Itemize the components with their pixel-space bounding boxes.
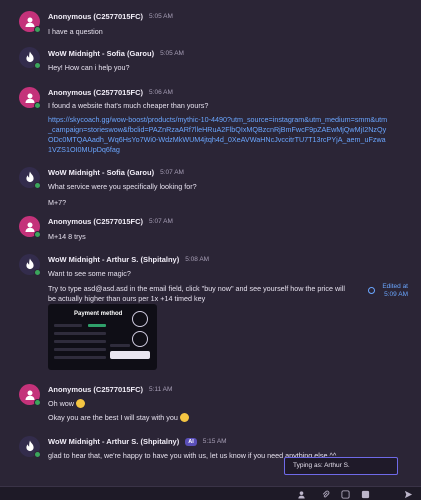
fire-logo-icon	[25, 258, 34, 270]
message-header: Anonymous (C2577015FC) 5:05 AM	[48, 12, 173, 21]
pm-button	[110, 351, 150, 359]
message-text: Want to see some magic?	[48, 269, 131, 278]
message-text: M+14 8 trys	[48, 232, 86, 241]
message-text: I have a question	[48, 27, 103, 36]
message-header: Anonymous (C2577015FC) 5:11 AM	[48, 385, 172, 394]
author-name[interactable]: Anonymous (C2577015FC)	[48, 385, 143, 394]
online-status-dot	[34, 399, 41, 406]
online-status-dot	[34, 62, 41, 69]
user-icon	[25, 390, 34, 400]
edited-label: Edited at	[382, 283, 408, 290]
message-text: M+7?	[48, 198, 67, 207]
message-link[interactable]: https://skycoach.gg/wow-boost/products/m…	[48, 115, 388, 155]
edited-time: 5:09 AM	[384, 291, 408, 298]
user-icon	[25, 222, 34, 232]
pm-row	[54, 348, 106, 351]
send-icon[interactable]	[403, 489, 413, 499]
message-text: Okay you are the best I will stay with y…	[48, 413, 189, 422]
user-icon	[25, 93, 34, 103]
author-name[interactable]: Anonymous (C2577015FC)	[48, 88, 143, 97]
fire-logo-icon	[25, 171, 34, 183]
ai-badge: AI	[185, 437, 197, 446]
user-icon	[25, 17, 34, 27]
online-status-dot	[34, 102, 41, 109]
chat-thread: Anonymous (C2577015FC) 5:05 AM I have a …	[0, 0, 421, 486]
message-header: Anonymous (C2577015FC) 5:06 AM	[48, 88, 173, 97]
message-input[interactable]	[6, 491, 156, 499]
author-name[interactable]: WoW Midnight - Arthur S. (Shpitalny)	[48, 437, 179, 446]
message-text: Oh wow	[48, 399, 85, 408]
message-text-content: Oh wow	[48, 399, 74, 408]
avatar[interactable]	[19, 167, 41, 189]
timestamp: 5:05 AM	[149, 13, 173, 20]
online-status-dot	[34, 182, 41, 189]
avatar[interactable]	[19, 384, 41, 406]
emoji-icon[interactable]	[340, 489, 350, 499]
avatar[interactable]	[19, 11, 41, 33]
message-text-content: Okay you are the best I will stay with y…	[48, 413, 178, 422]
author-name[interactable]: WoW Midnight - Sofia (Garou)	[48, 168, 154, 177]
edit-history-icon[interactable]	[368, 287, 375, 294]
laughing-emoji-icon	[75, 399, 85, 408]
pm-row	[110, 344, 130, 347]
payment-title: Payment method	[74, 311, 123, 317]
message-composer	[0, 486, 421, 500]
timestamp: 5:11 AM	[149, 386, 173, 393]
timestamp: 5:15 AM	[202, 438, 227, 445]
online-status-dot	[34, 231, 41, 238]
fire-logo-icon	[25, 440, 34, 452]
message-text: I found a website that's much cheaper th…	[48, 101, 209, 110]
author-name[interactable]: Anonymous (C2577015FC)	[48, 217, 143, 226]
message-header: WoW Midnight - Sofia (Garou) 5:05 AM	[48, 49, 184, 58]
avatar[interactable]	[19, 47, 41, 69]
pm-row	[54, 356, 106, 359]
pm-icon	[132, 311, 148, 327]
user-icon[interactable]	[296, 489, 306, 499]
online-status-dot	[34, 269, 41, 276]
message-text: What service were you specifically looki…	[48, 182, 197, 191]
timestamp: 5:05 AM	[160, 50, 184, 57]
pm-row	[54, 332, 106, 335]
attachment-icon[interactable]	[320, 489, 330, 499]
avatar[interactable]	[19, 87, 41, 109]
pm-row	[54, 324, 82, 327]
laughing-emoji-icon	[179, 413, 189, 422]
payment-method-screenshot[interactable]: Payment method	[48, 304, 157, 370]
timestamp: 5:08 AM	[185, 256, 210, 263]
fire-logo-icon	[25, 51, 34, 63]
timestamp: 5:06 AM	[149, 89, 173, 96]
edited-indicator[interactable]: Edited at 5:09 AM	[382, 283, 408, 299]
pm-icon	[132, 331, 148, 347]
pm-row	[88, 324, 106, 327]
online-status-dot	[34, 26, 41, 33]
avatar[interactable]	[19, 216, 41, 238]
timestamp: 5:07 AM	[149, 218, 173, 225]
message-header: WoW Midnight - Arthur S. (Shpitalny) AI …	[48, 437, 227, 446]
avatar[interactable]	[19, 436, 41, 458]
author-name[interactable]: WoW Midnight - Sofia (Garou)	[48, 49, 154, 58]
avatar[interactable]	[19, 254, 41, 276]
pm-row	[54, 340, 106, 343]
author-name[interactable]: Anonymous (C2577015FC)	[48, 12, 143, 21]
message-text: Try to type asd@asd.asd in the email fie…	[48, 284, 345, 303]
message-header: WoW Midnight - Arthur S. (Shpitalny) 5:0…	[48, 255, 209, 264]
message-text: Hey! How can i help you?	[48, 63, 130, 72]
message-header: WoW Midnight - Sofia (Garou) 5:07 AM	[48, 168, 184, 177]
author-name[interactable]: WoW Midnight - Arthur S. (Shpitalny)	[48, 255, 179, 264]
online-status-dot	[34, 451, 41, 458]
gif-icon[interactable]	[360, 489, 370, 499]
message-header: Anonymous (C2577015FC) 5:07 AM	[48, 217, 173, 226]
typing-as-selector[interactable]: Typing as: Arthur S.	[284, 457, 398, 475]
timestamp: 5:07 AM	[160, 169, 184, 176]
